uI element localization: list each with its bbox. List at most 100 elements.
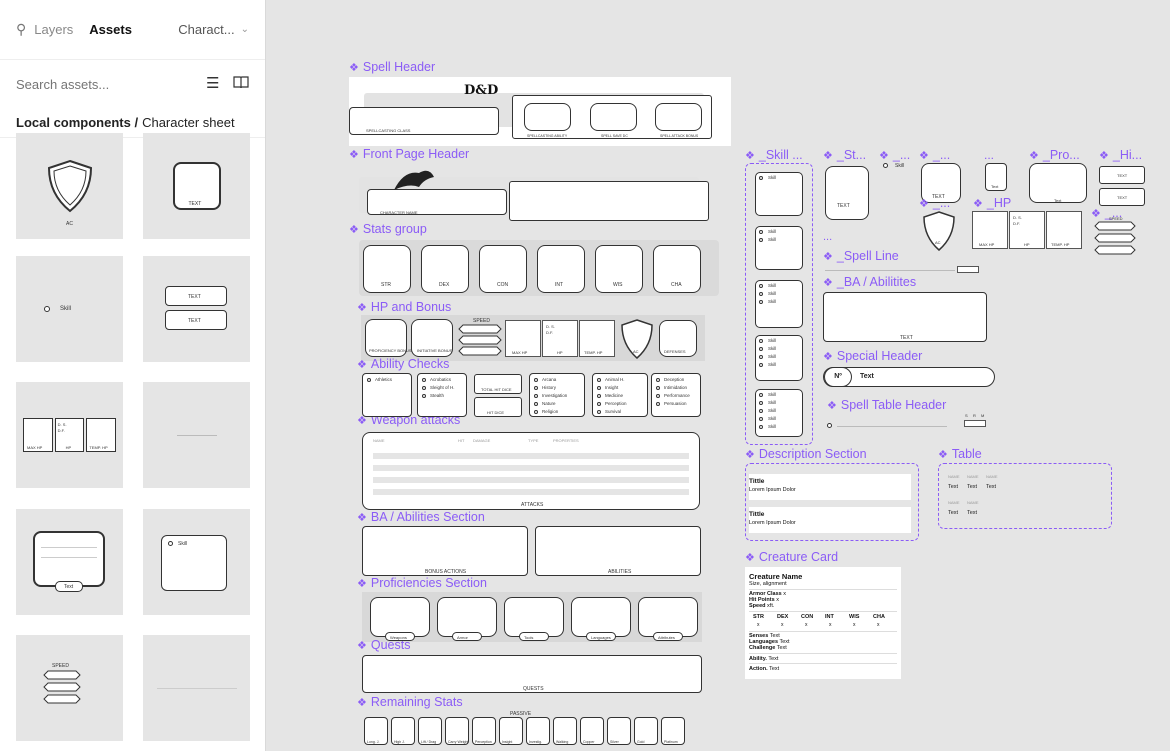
radio-icon[interactable] [759,417,763,421]
component-ac-shield[interactable]: AC [16,133,123,239]
creature-card[interactable]: Creature Name Size, alignment Armor Clas… [745,567,901,679]
remaining-stat-box[interactable]: Walking [553,717,577,745]
stat-box[interactable]: STR [363,245,411,293]
frame-title-pro[interactable]: ❖ _Pro... [1029,148,1080,162]
remaining-stat-box[interactable]: Copper [580,717,604,745]
frame-title-description-section[interactable]: ❖ Description Section [745,447,867,461]
radio-icon[interactable] [759,238,763,242]
search-assets-input[interactable] [16,76,192,92]
skill-box[interactable]: Skill Skill Skill Skill [755,335,803,381]
component-skill-item[interactable]: Skill [16,256,123,362]
max-hp-box[interactable]: MAX HP [972,211,1008,249]
ability-check-group[interactable]: Deception Intimidation Performance Persuasi… [651,373,701,417]
component-speed-stack[interactable]: SPEED [16,635,123,741]
frame-title-spell-table-header[interactable]: ❖ Spell Table Header [827,398,946,412]
weapon-attacks-frame[interactable]: NAME HIT DAMAGE TYPE PROPERTIES ATTACKS [362,432,700,510]
ba-abilities-component[interactable]: TEXT [823,292,987,342]
radio-icon[interactable] [759,425,763,429]
search-icon[interactable]: ⚲ [16,21,26,38]
frame-title-spell-header[interactable]: ❖ Spell Header [349,60,435,74]
remaining-stat-box[interactable]: Investig. [526,717,550,745]
spell-header-frame[interactable]: SPELLCASTING CLASS D&D SPELLCASTING ABIL… [349,77,731,146]
radio-icon[interactable] [422,386,426,390]
initiative-bonus-box[interactable]: INITIATIVE BONUS [411,319,453,357]
proficiency-box[interactable]: Armor [437,597,497,641]
frame-title-u3[interactable]: ❖ _... [919,196,950,210]
remaining-stat-box[interactable]: Perception [472,717,496,745]
radio-icon[interactable] [534,386,538,390]
total-hit-dice-box[interactable]: TOTAL HIT DICE [474,374,522,394]
frame-title-skill[interactable]: ❖ _Skill ... [745,148,803,162]
spell-table-checkboxes[interactable] [964,420,986,427]
proficiency-box[interactable]: Languages [571,597,631,641]
stat-box[interactable]: CON [479,245,527,293]
radio-icon[interactable] [656,394,660,398]
temp-hp-box[interactable]: TEMP. HP [1046,211,1082,249]
front-page-header-frame[interactable]: CHARACTER NAME [359,165,719,225]
proficiency-box[interactable]: Attributes [638,597,698,641]
radio-icon[interactable] [534,402,538,406]
stat-box[interactable]: INT [537,245,585,293]
radio-icon[interactable] [759,300,763,304]
ability-check-group[interactable]: Animal H. Insight Medicine Perception Surviv… [592,373,648,417]
radio-icon[interactable] [367,378,371,382]
skill-box[interactable]: Skill Skill Skill Skill Skill [755,389,803,437]
radio-icon[interactable] [759,230,763,234]
library-dropdown[interactable]: Charact... ⌄ [178,22,249,37]
hi-component-a[interactable]: TEXT [1099,166,1145,184]
tab-assets[interactable]: Assets [89,22,132,37]
small-text-component[interactable]: Text [985,163,1007,191]
remaining-stat-box[interactable]: Lift / Drag [418,717,442,745]
table-frame[interactable] [938,463,1112,529]
radio-icon[interactable] [759,355,763,359]
remaining-stat-box[interactable]: Gold [634,717,658,745]
frame-title-u1[interactable]: ❖ _... [879,148,910,162]
frame-title-front-page-header[interactable]: ❖ Front Page Header [349,147,469,161]
ability-check-group[interactable]: Arcana History Investigation Nature Religion [529,373,585,417]
radio-icon[interactable] [422,394,426,398]
proficiency-box[interactable]: Tools [504,597,564,641]
radio-icon[interactable] [656,378,660,382]
frame-title-stats-group[interactable]: ❖ Stats group [349,222,427,236]
proficiency-component[interactable]: Text [1029,163,1087,203]
remaining-stat-box[interactable]: High J. [391,717,415,745]
radio-icon[interactable] [656,402,660,406]
remaining-stat-box[interactable]: Silver [607,717,631,745]
abilities-box[interactable]: ABILITIES [535,526,701,576]
max-hp-box[interactable]: MAX HP [505,320,541,357]
component-spell-line-2[interactable] [143,635,250,741]
frame-title-ability-checks[interactable]: ❖ Ability Checks [357,357,449,371]
skill-box[interactable]: Skill Skill [755,226,803,270]
frame-title-u2[interactable]: ❖ _... [919,148,950,162]
description-block-2[interactable]: Tittle Lorem Ipsum Dolor [749,507,911,533]
frame-title-ba-abilities-section[interactable]: ❖ BA / Abilities Section [357,510,485,524]
proficiency-bonus-box[interactable]: PROFICIENCY BONUS [365,319,412,357]
frame-title-proficiencies-section[interactable]: ❖ Proficiencies Section [357,576,487,590]
hp-box[interactable]: D. S. D.F. HP [1009,211,1045,249]
frame-title-spell-line[interactable]: ❖ _Spell Line [823,249,899,263]
frame-title-st[interactable]: ❖ _St... [823,148,866,162]
component-spell-line[interactable] [143,382,250,488]
description-block-1[interactable]: Tittle Lorem Ipsum Dolor [749,474,911,500]
radio-icon[interactable] [656,386,660,390]
quests-box[interactable]: QUESTS [362,655,702,693]
frame-title-hi[interactable]: ❖ _Hi... [1099,148,1142,162]
breadcrumb-root[interactable]: Local components / [16,115,138,130]
radio-icon[interactable] [597,402,601,406]
list-view-icon[interactable]: ☰ [206,75,219,93]
radio-icon[interactable] [759,409,763,413]
component-text-pair[interactable]: TEXT TEXT [143,256,250,362]
stat-component[interactable]: TEXT [825,166,869,220]
ability-check-group[interactable]: Athletics [362,373,412,417]
remaining-stat-box[interactable]: Carry Weight [445,717,469,745]
hp-box[interactable]: D. S. D.F. HP [542,320,578,357]
proficiency-box[interactable]: Weapons [370,597,430,641]
radio-icon[interactable] [759,393,763,397]
design-canvas[interactable]: ❖ Spell Header SPELLCASTING CLASS D&D SPE… [267,0,1170,751]
radio-icon[interactable] [759,284,763,288]
remaining-stat-box[interactable]: Insight [499,717,523,745]
component-text-frame[interactable]: TEXT [143,133,250,239]
spell-checkboxes[interactable] [957,266,979,273]
radio-icon[interactable] [759,339,763,343]
radio-icon[interactable] [597,394,601,398]
